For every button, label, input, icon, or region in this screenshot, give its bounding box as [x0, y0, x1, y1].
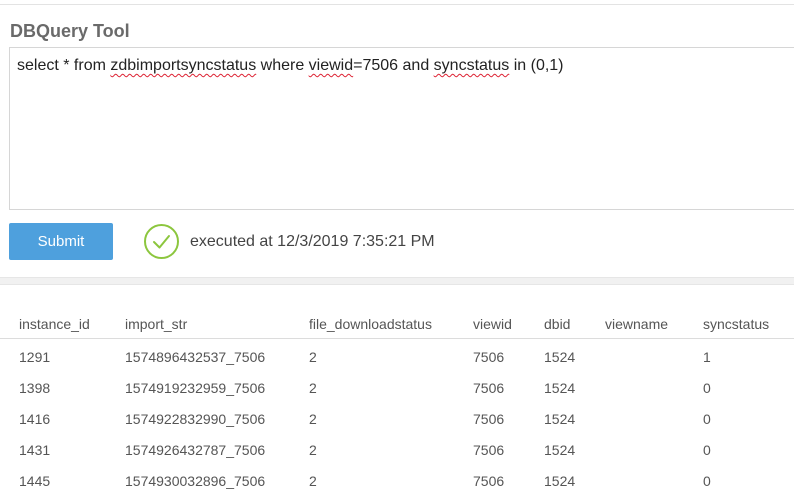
table-cell-import-str: 1574896432537_7506 — [125, 349, 266, 365]
query-token: where — [256, 57, 309, 74]
table-cell-viewid: 7506 — [473, 380, 505, 396]
table-cell-file-downloadstatus: 2 — [309, 442, 317, 458]
section-divider — [0, 277, 794, 285]
table-cell-viewid: 7506 — [473, 473, 505, 489]
column-header-file-downloadstatus[interactable]: file_downloadstatus — [309, 316, 432, 332]
table-cell-viewid: 7506 — [473, 442, 505, 458]
results-table: instance_id import_str file_downloadstatus… — [0, 310, 794, 494]
query-token-misspelled: syncstatus — [433, 57, 510, 74]
table-cell-instance-id: 1445 — [19, 473, 51, 489]
table-cell-file-downloadstatus: 2 — [309, 380, 317, 396]
table-cell-dbid: 1524 — [544, 380, 576, 396]
query-textarea[interactable]: select * from zdbimportsyncstatus where … — [9, 47, 794, 210]
table-header-row: instance_id import_str file_downloadstatus… — [0, 310, 794, 339]
check-circle-icon — [144, 224, 179, 259]
table-cell-syncstatus: 0 — [703, 473, 711, 489]
table-cell-syncstatus: 1 — [703, 349, 711, 365]
table-cell-file-downloadstatus: 2 — [309, 473, 317, 489]
status-message: executed at 12/3/2019 7:35:21 PM — [190, 233, 435, 250]
table-cell-instance-id: 1431 — [19, 442, 51, 458]
table-cell-import-str: 1574919232959_7506 — [125, 380, 266, 396]
table-cell-syncstatus: 0 — [703, 380, 711, 396]
table-cell-import-str: 1574930032896_7506 — [125, 473, 266, 489]
table-cell-import-str: 1574926432787_7506 — [125, 442, 266, 458]
page-title: DBQuery Tool — [10, 21, 130, 41]
table-row: 1445 1574930032896_7506 2 7506 1524 0 — [0, 463, 794, 494]
table-cell-viewid: 7506 — [473, 411, 505, 427]
query-token: =7506 and — [353, 57, 434, 74]
table-cell-instance-id: 1398 — [19, 380, 51, 396]
query-token: select * from — [17, 57, 111, 74]
column-header-instance-id[interactable]: instance_id — [19, 316, 90, 332]
table-cell-instance-id: 1291 — [19, 349, 51, 365]
table-cell-syncstatus: 0 — [703, 442, 711, 458]
column-header-viewname[interactable]: viewname — [605, 316, 668, 332]
table-cell-dbid: 1524 — [544, 349, 576, 365]
table-cell-syncstatus: 0 — [703, 411, 711, 427]
top-divider — [0, 4, 794, 5]
column-header-syncstatus[interactable]: syncstatus — [703, 316, 769, 332]
submit-button[interactable]: Submit — [9, 223, 113, 260]
column-header-dbid[interactable]: dbid — [544, 316, 570, 332]
column-header-import-str[interactable]: import_str — [125, 316, 187, 332]
table-row: 1291 1574896432537_7506 2 7506 1524 1 — [0, 339, 794, 370]
query-token-misspelled: zdbimportsyncstatus — [110, 57, 257, 74]
table-cell-dbid: 1524 — [544, 411, 576, 427]
table-cell-dbid: 1524 — [544, 473, 576, 489]
table-row: 1416 1574922832990_7506 2 7506 1524 0 — [0, 401, 794, 432]
table-row: 1398 1574919232959_7506 2 7506 1524 0 — [0, 370, 794, 401]
table-cell-instance-id: 1416 — [19, 411, 51, 427]
query-token-misspelled: viewid — [308, 57, 354, 74]
table-cell-file-downloadstatus: 2 — [309, 411, 317, 427]
column-header-viewid[interactable]: viewid — [473, 316, 512, 332]
table-cell-import-str: 1574922832990_7506 — [125, 411, 266, 427]
query-token: in (0,1) — [509, 57, 564, 74]
table-cell-viewid: 7506 — [473, 349, 505, 365]
table-cell-file-downloadstatus: 2 — [309, 349, 317, 365]
table-cell-dbid: 1524 — [544, 442, 576, 458]
table-row: 1431 1574926432787_7506 2 7506 1524 0 — [0, 432, 794, 463]
